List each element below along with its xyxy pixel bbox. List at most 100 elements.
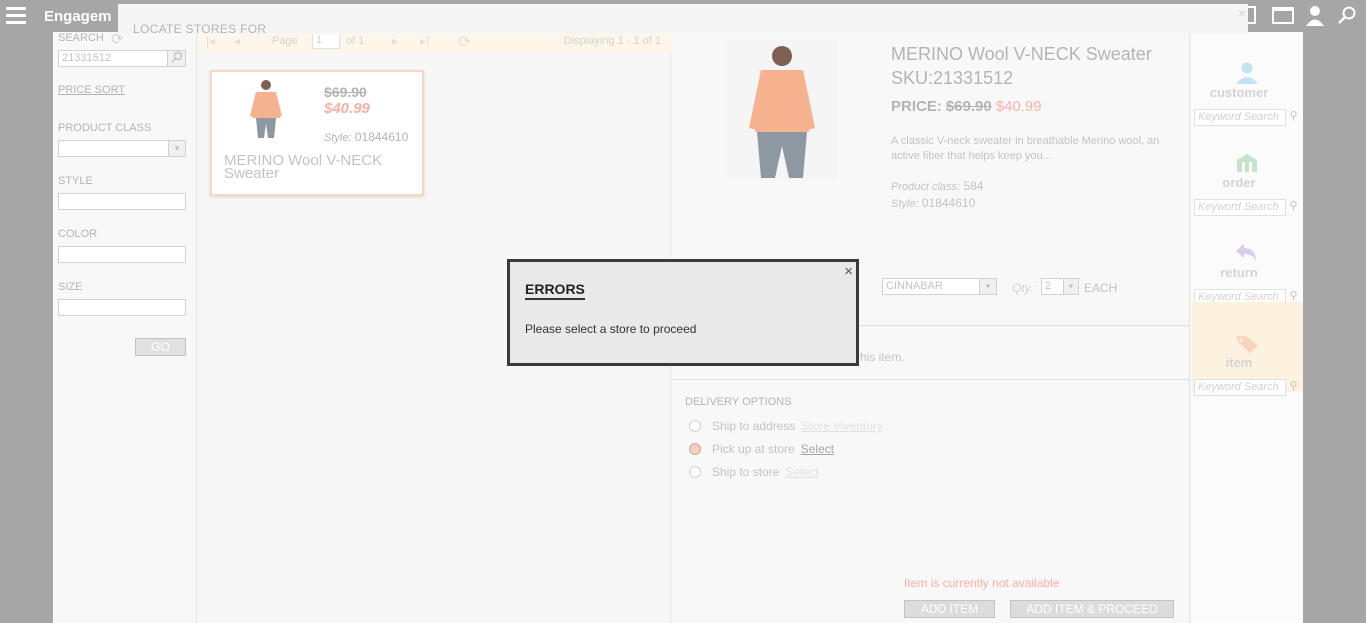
card-product-name: MERINO Wool V-NECK Sweater — [224, 152, 383, 182]
search-label: SEARCH — [58, 32, 104, 44]
search-icon[interactable] — [1336, 5, 1358, 27]
error-dialog: × ERRORS Please select a store to procee… — [507, 259, 859, 366]
store-inventory-link[interactable]: Store Inventory — [801, 419, 882, 433]
color-value: CINNABAR — [886, 280, 943, 292]
nav-order[interactable]: order Keyword Search ⚲ — [1192, 122, 1303, 216]
price-sort-link[interactable]: PRICE SORT — [58, 84, 125, 96]
page-input[interactable]: 1 — [312, 33, 340, 49]
item-search-input[interactable]: Keyword Search — [1194, 379, 1286, 396]
nav-label: item — [1225, 355, 1253, 370]
color-select[interactable]: CINNABAR ▾ — [882, 278, 997, 295]
right-nav: customer Keyword Search ⚲ order Keyword … — [1192, 32, 1303, 623]
first-page-icon[interactable]: |◂ — [206, 34, 215, 48]
product-thumbnail — [250, 80, 282, 138]
user-icon[interactable] — [1304, 5, 1326, 27]
window-icon[interactable] — [1272, 5, 1294, 27]
qty-select[interactable]: 2 ▾ — [1041, 278, 1079, 295]
chevron-down-icon: ▾ — [979, 279, 996, 294]
card-old-price: $69.90 — [324, 84, 367, 100]
search-input[interactable]: 21331512 — [58, 50, 168, 67]
nav-label: return — [1220, 265, 1258, 280]
product-name: MERINO Wool V-NECK Sweater — [891, 44, 1152, 64]
product-class-label: Product class: — [891, 181, 961, 193]
displaying-count: Displaying 1 - 1 of 1 — [563, 35, 661, 47]
page-label: Page — [272, 35, 298, 47]
locate-stores-title: LOCATE STORES FOR — [133, 22, 267, 36]
page-of: of 1 — [346, 35, 365, 47]
nav-return[interactable]: return Keyword Search ⚲ — [1192, 212, 1303, 306]
filter-panel: SEARCH ⟳ 21331512 PRICE SORT PRODUCT CLA… — [53, 31, 197, 623]
chevron-down-icon: ▾ — [168, 141, 185, 156]
nav-label: customer — [1209, 85, 1269, 100]
card-style-label: Style: — [324, 132, 352, 144]
select-store-link[interactable]: Select — [801, 442, 834, 456]
style-value: 01844610 — [921, 196, 976, 210]
color-input[interactable] — [58, 246, 186, 263]
tag-icon — [1236, 336, 1258, 353]
card-style-value: 01844610 — [354, 130, 409, 144]
nav-customer[interactable]: customer Keyword Search ⚲ — [1192, 32, 1303, 126]
option-ship-to-address[interactable]: Ship to address Store Inventory — [689, 419, 883, 433]
select-ship-store-link[interactable]: Select — [785, 465, 818, 479]
product-class-value: 584 — [963, 179, 984, 193]
style-input[interactable] — [58, 193, 186, 210]
close-icon[interactable]: × — [1238, 5, 1246, 21]
close-icon[interactable]: × — [844, 263, 853, 280]
size-input[interactable] — [58, 299, 186, 316]
option-label: Ship to store — [712, 465, 780, 479]
divider — [672, 379, 1190, 380]
old-price: $69.90 — [945, 98, 992, 115]
unit-label: EACH — [1084, 281, 1118, 295]
radio-ship-to-store[interactable] — [689, 466, 701, 478]
product-meta: Product class: 584 Style: 01844610 — [891, 178, 983, 212]
error-message: Please select a store to proceed — [525, 322, 697, 336]
product-sku: SKU:21331512 — [891, 68, 1014, 88]
pager: |◂ ◂ Page 1 of 1 ▸ ▸| ⟳ Displaying 1 - 1… — [198, 32, 671, 52]
radio-pick-up-at-store[interactable] — [689, 443, 701, 455]
product-photo — [727, 40, 837, 180]
error-title: ERRORS — [525, 281, 585, 300]
style-label: Style: — [891, 198, 919, 210]
search-button[interactable] — [167, 50, 186, 67]
menu-icon[interactable] — [6, 7, 26, 25]
option-label: Pick up at store — [712, 442, 795, 456]
product-class-select[interactable]: ▾ — [58, 140, 186, 157]
app-title: Engagem — [44, 8, 112, 25]
add-item-proceed-button[interactable]: ADD ITEM & PROCEED — [1010, 600, 1174, 618]
unavailable-message: Item is currently not available — [904, 576, 1060, 590]
product-card[interactable]: $69.90 $40.99 Style: 01844610 MERINO Woo… — [210, 70, 424, 196]
top-icons — [1240, 5, 1358, 27]
option-pick-up-at-store[interactable]: Pick up at store Select — [689, 442, 834, 456]
reload-icon[interactable]: ⟳ — [458, 32, 471, 52]
qty-label: Qty.: — [1012, 281, 1037, 295]
customer-icon — [1236, 62, 1258, 84]
order-icon — [1237, 154, 1257, 172]
delivery-heading: DELIVERY OPTIONS — [685, 396, 792, 408]
size-label: SIZE — [58, 281, 83, 293]
card-new-price: $40.99 — [324, 100, 370, 117]
search-icon[interactable]: ⚲ — [1286, 379, 1301, 396]
nav-item[interactable]: item Keyword Search ⚲ — [1192, 302, 1303, 396]
style-label: STYLE — [58, 175, 93, 187]
qty-value: 2 — [1045, 280, 1052, 292]
color-label: COLOR — [58, 228, 98, 240]
product-class-label: PRODUCT CLASS — [58, 122, 152, 134]
new-price: $40.99 — [995, 98, 1042, 115]
availability-note: his item. — [860, 350, 905, 364]
add-item-button[interactable]: ADD ITEM — [904, 600, 995, 618]
last-page-icon[interactable]: ▸| — [420, 34, 429, 48]
card-style: Style: 01844610 — [324, 130, 408, 144]
price-label: PRICE: — [891, 98, 942, 115]
locate-stores-window: LOCATE STORES FOR × — [118, 4, 1248, 36]
return-icon — [1236, 244, 1256, 262]
price-line: PRICE: $69.90 $40.99 — [891, 98, 1042, 115]
go-button[interactable]: GO — [135, 338, 186, 356]
radio-ship-to-address[interactable] — [689, 420, 701, 432]
prev-page-icon[interactable]: ◂ — [234, 34, 240, 48]
next-page-icon[interactable]: ▸ — [392, 34, 398, 48]
product-title: MERINO Wool V-NECK Sweater SKU:21331512 — [891, 42, 1181, 90]
nav-label: order — [1222, 175, 1256, 190]
option-ship-to-store[interactable]: Ship to store Select — [689, 465, 819, 479]
product-description: A classic V-neck sweater in breathable M… — [891, 135, 1160, 162]
option-label: Ship to address — [712, 419, 796, 433]
